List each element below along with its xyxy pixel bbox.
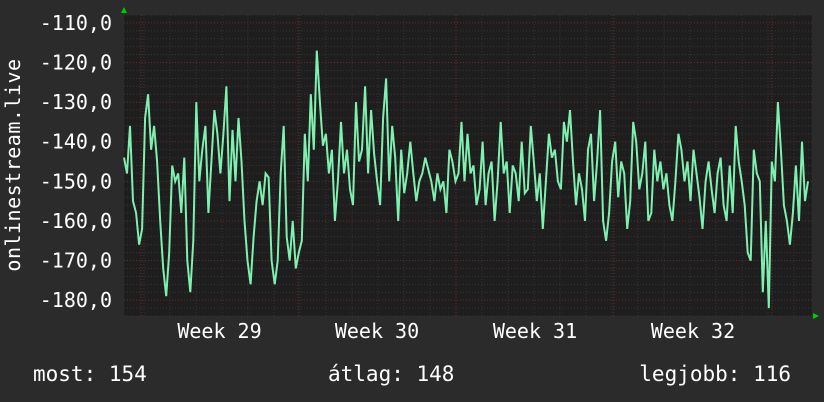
x-tick-label: Week 31 bbox=[493, 319, 577, 343]
x-tick-label: Week 29 bbox=[177, 319, 261, 343]
y-tick-label: -110,0 bbox=[40, 11, 112, 35]
x-axis-arrow bbox=[813, 313, 819, 319]
average-value-label: átlag: 148 bbox=[328, 362, 455, 386]
y-tick-label: -180,0 bbox=[40, 288, 112, 312]
chart-area: -110,0 -120,0 -130,0 -140,0 -150,0 -160,0 -170… bbox=[40, 7, 819, 343]
y-tick-label: -140,0 bbox=[40, 130, 112, 154]
x-axis-ticks: Week 29 Week 30 Week 31 Week 32 bbox=[177, 319, 735, 343]
y-axis-arrow bbox=[121, 7, 127, 13]
y-tick-label: -120,0 bbox=[40, 51, 112, 75]
x-tick-label: Week 30 bbox=[335, 319, 419, 343]
y-tick-label: -130,0 bbox=[40, 90, 112, 114]
best-value-label: legjobb: 116 bbox=[639, 362, 791, 386]
y-tick-label: -150,0 bbox=[40, 169, 112, 193]
y-axis-label: onlinestream.live bbox=[1, 58, 25, 272]
y-tick-label: -170,0 bbox=[40, 249, 112, 273]
current-value-label: most: 154 bbox=[33, 362, 147, 386]
x-tick-label: Week 32 bbox=[651, 319, 735, 343]
y-tick-label: -160,0 bbox=[40, 209, 112, 233]
y-axis-ticks: -110,0 -120,0 -130,0 -140,0 -150,0 -160,0 -170… bbox=[40, 11, 112, 312]
